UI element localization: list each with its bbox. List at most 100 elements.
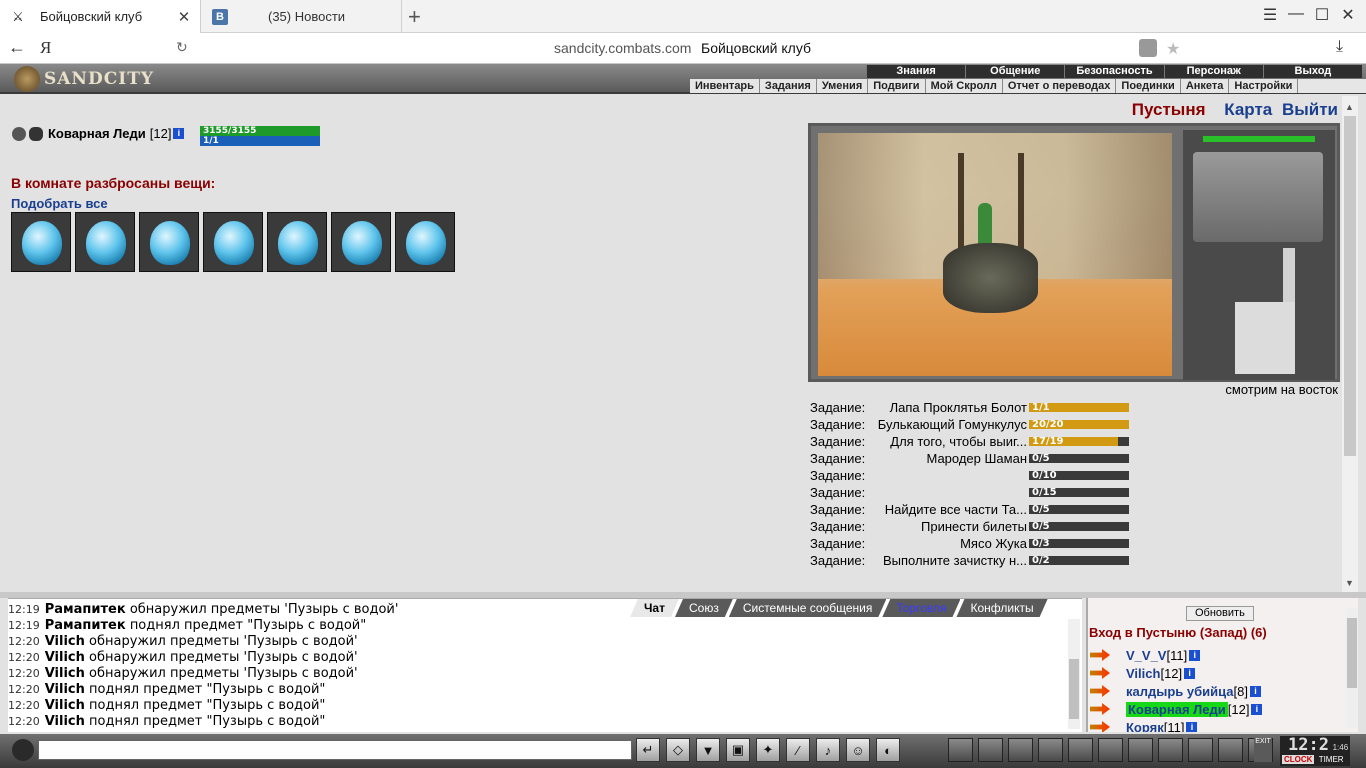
mask-icon[interactable] (1098, 738, 1123, 762)
task-row[interactable]: Задание: Выполните зачистку н... 0/2 (810, 552, 1140, 569)
maximize-icon[interactable]: ☐ (1310, 5, 1334, 25)
room-user[interactable]: калдырь убийца [8] i (1090, 682, 1262, 700)
chat-time[interactable]: 12:19 (8, 603, 40, 616)
tab-trade[interactable]: Торговля (882, 599, 960, 617)
task-row[interactable]: Задание: Найдите все части Та... 0/5 (810, 501, 1140, 518)
scroll-down-icon[interactable]: ▼ (1345, 578, 1354, 588)
attack-arrow-icon[interactable] (1090, 649, 1110, 661)
tab-chat[interactable]: Чат (630, 599, 679, 617)
chat-user[interactable]: Vilich (45, 634, 85, 649)
star-icon[interactable]: ★ (1166, 39, 1184, 58)
main-scrollbar[interactable]: ▲ ▼ (1342, 96, 1358, 592)
close-icon[interactable]: ✕ (176, 8, 192, 26)
submenu-battles[interactable]: Поединки (1116, 79, 1181, 93)
reload-icon[interactable]: ↻ (176, 39, 188, 56)
task-row[interactable]: Задание: Для того, чтобы выиг... 17/19 (810, 433, 1140, 450)
scroll-thumb[interactable] (1069, 659, 1079, 719)
submenu-scroll[interactable]: Мой Скролл (926, 79, 1003, 93)
minimize-icon[interactable]: — (1284, 5, 1308, 23)
task-name[interactable]: Мародер Шаман (868, 451, 1029, 466)
chat-time[interactable]: 12:20 (8, 635, 40, 648)
attack-arrow-icon[interactable] (1090, 721, 1110, 732)
room-user[interactable]: Vilich [12] i (1090, 664, 1262, 682)
chest-icon[interactable] (1038, 738, 1063, 762)
submenu-skills[interactable]: Умения (817, 79, 869, 93)
eraser-icon[interactable]: ◇ (666, 738, 690, 762)
chat-user[interactable]: Vilich (45, 650, 85, 665)
back-arrow-icon[interactable]: ← (8, 37, 26, 58)
chat-user[interactable]: Vilich (45, 698, 85, 713)
task-row[interactable]: Задание: Лапа Проклятья Болот 1/1 (810, 399, 1140, 416)
info-icon[interactable]: i (1186, 721, 1198, 732)
chat-user[interactable]: Рамапитек (45, 618, 126, 633)
save-icon[interactable]: ▣ (726, 738, 750, 762)
submenu-inventory[interactable]: Инвентарь (690, 79, 760, 93)
chat-user[interactable]: Рамапитек (45, 602, 126, 617)
chat-time[interactable]: 12:20 (8, 715, 40, 728)
task-row[interactable]: Задание: Мародер Шаман 0/5 (810, 450, 1140, 467)
room-user-name[interactable]: Коряк (1126, 720, 1164, 733)
task-name[interactable]: Для того, чтобы выиг... (868, 434, 1029, 449)
chat-time[interactable]: 12:20 (8, 667, 40, 680)
task-row[interactable]: Задание: Принести билеты 0/5 (810, 518, 1140, 535)
sound-icon[interactable]: ♪ (816, 738, 840, 762)
submenu-settings[interactable]: Настройки (1229, 79, 1299, 93)
timer-label[interactable]: TIMER (1317, 755, 1346, 764)
menu-exit[interactable]: Выход (1262, 65, 1362, 78)
info-icon[interactable]: i (1184, 667, 1196, 679)
water-bubble-item[interactable] (331, 212, 391, 272)
scroll-thumb[interactable] (1344, 116, 1356, 456)
portrait-icon[interactable] (1128, 738, 1153, 762)
yandex-logo[interactable]: Я (40, 38, 51, 58)
player-name[interactable]: Коварная Леди (48, 126, 146, 141)
scroll-icon[interactable] (1158, 738, 1183, 762)
exit-button[interactable]: EXIT (1254, 738, 1272, 762)
desert-well-scene[interactable] (818, 133, 1172, 376)
exit-link[interactable]: Выйти (1282, 100, 1338, 119)
attack-arrow-icon[interactable] (1090, 703, 1110, 715)
team-icon[interactable] (1218, 738, 1243, 762)
download-icon[interactable]: ⤓ (1336, 38, 1343, 56)
close-window-icon[interactable]: ✕ (1336, 5, 1360, 25)
lock-icon[interactable] (948, 738, 973, 762)
weapon-icon[interactable] (1068, 738, 1093, 762)
water-bubble-item[interactable] (139, 212, 199, 272)
pick-all-link[interactable]: Подобрать все (11, 196, 108, 211)
tab-conflicts[interactable]: Конфликты (956, 599, 1047, 617)
info-icon[interactable]: i (1250, 685, 1261, 697)
potion-icon[interactable] (1008, 738, 1033, 762)
tab-system[interactable]: Системные сообщения (729, 599, 887, 617)
water-bubble-item[interactable] (267, 212, 327, 272)
tab-news[interactable]: В (35) Новости (202, 0, 402, 33)
translit-icon[interactable]: ⁄ (786, 738, 810, 762)
helmet-icon[interactable]: ◐ (876, 738, 900, 762)
menu-security[interactable]: Безопасность (1064, 65, 1163, 78)
chat-time[interactable]: 12:20 (8, 683, 40, 696)
room-user-name[interactable]: Vilich (1126, 666, 1160, 681)
task-name[interactable]: Мясо Жука (868, 536, 1029, 551)
send-icon[interactable]: ↵ (636, 738, 660, 762)
tab-combats[interactable]: ⚔ Бойцовский клуб ✕ (0, 0, 201, 33)
attack-arrow-icon[interactable] (1090, 667, 1110, 679)
submenu-transfers[interactable]: Отчет о переводах (1003, 79, 1117, 93)
new-tab-icon[interactable]: + (408, 4, 421, 30)
room-user[interactable]: V_V_V [11] i (1090, 646, 1262, 664)
url-text[interactable]: sandcity.combats.com (554, 40, 691, 56)
chat-user[interactable]: Vilich (45, 666, 85, 681)
submenu-profile[interactable]: Анкета (1181, 79, 1230, 93)
attack-arrow-icon[interactable] (1090, 685, 1110, 697)
room-user[interactable]: Коварная Леди [12] i (1090, 700, 1263, 718)
well-icon[interactable] (943, 243, 1038, 313)
water-bubble-item[interactable] (395, 212, 455, 272)
room-user-name[interactable]: Коварная Леди (1126, 701, 1228, 717)
info-icon[interactable]: i (173, 128, 185, 139)
scroll-thumb[interactable] (1347, 618, 1357, 688)
scroll-up-icon[interactable]: ▲ (1345, 102, 1354, 112)
map-link[interactable]: Карта (1224, 100, 1272, 119)
info-icon[interactable]: i (1251, 703, 1263, 715)
task-name[interactable]: Булькающий Гомункулус (868, 417, 1029, 432)
tab-clan[interactable]: Союз (675, 599, 733, 617)
chat-time[interactable]: 12:20 (8, 651, 40, 664)
walk-icon[interactable]: ✦ (756, 738, 780, 762)
room-user[interactable]: Коряк [11] i (1090, 718, 1262, 732)
